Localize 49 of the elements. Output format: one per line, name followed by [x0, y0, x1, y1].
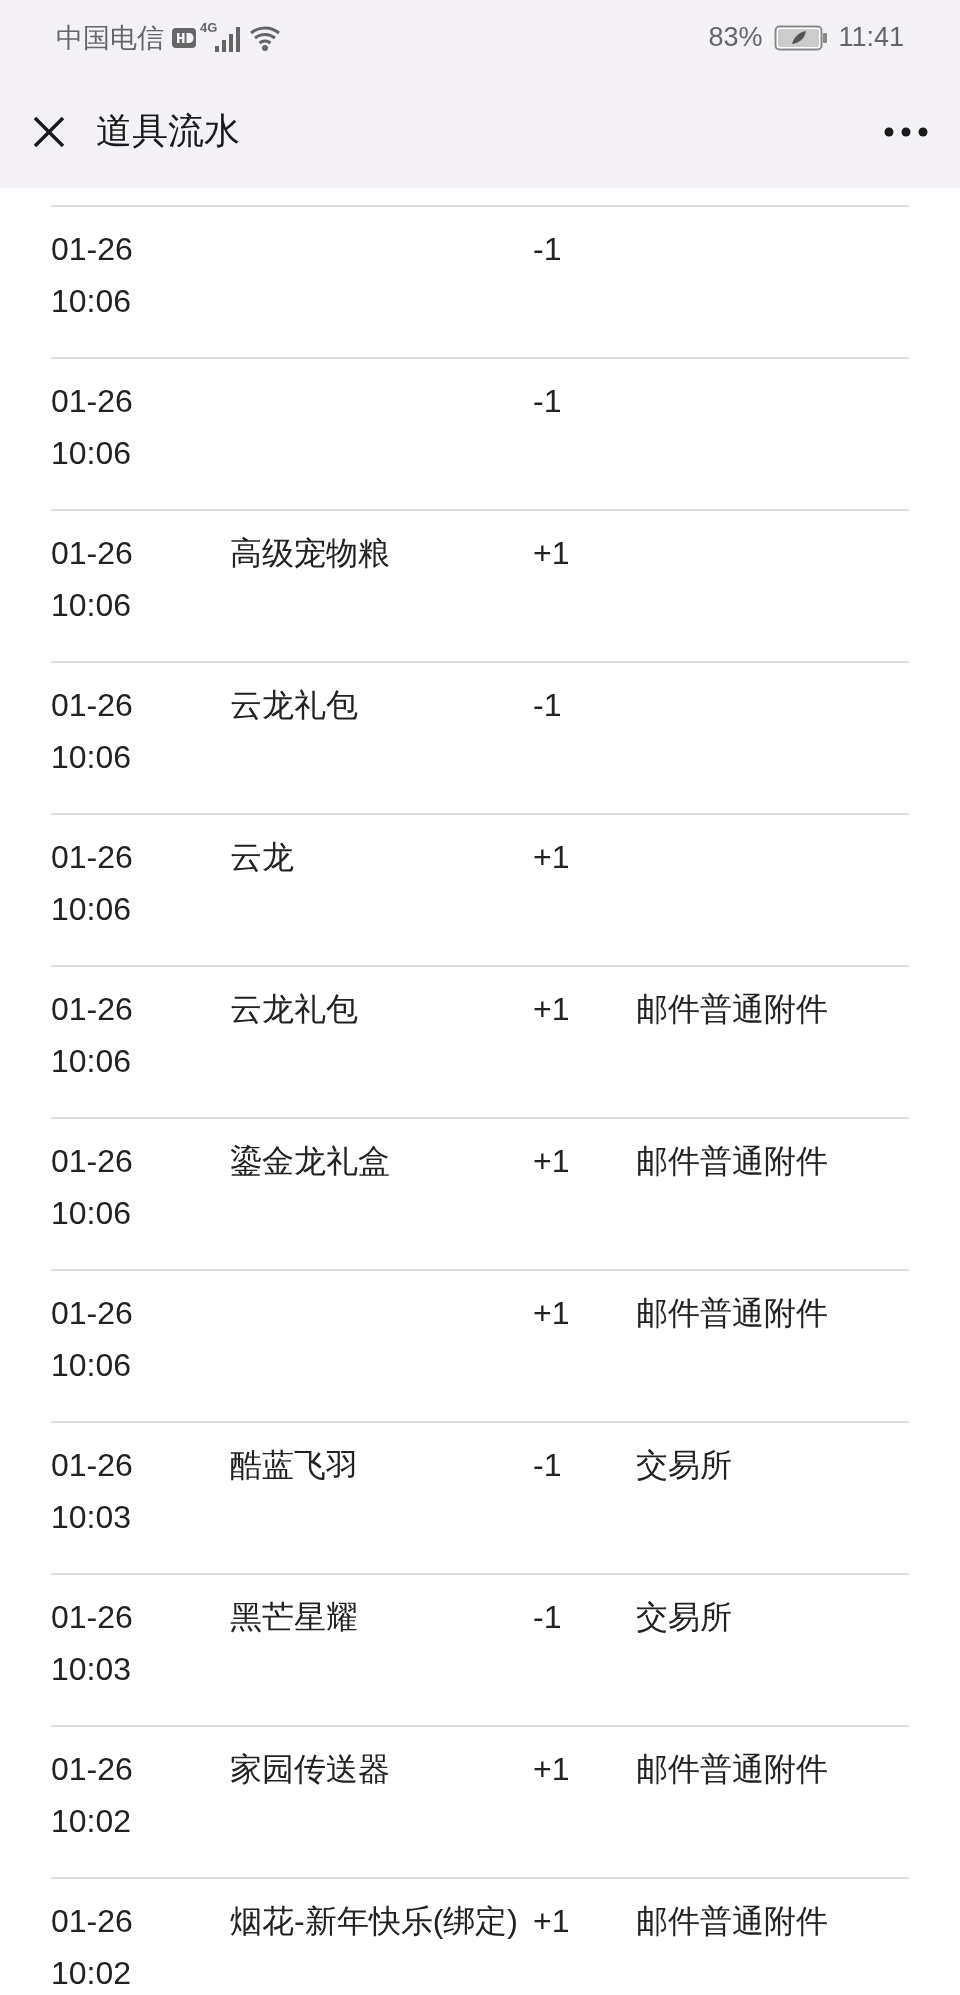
date-time: 01-26 10:02: [51, 1750, 134, 1841]
item-source: 交易所: [636, 1447, 732, 1483]
quantity-change: -1: [533, 687, 562, 723]
item-source: 邮件普通附件: [636, 1903, 828, 1939]
quantity-change: +1: [533, 535, 570, 571]
hd-icon: [172, 27, 196, 48]
battery-percent: 83%: [708, 22, 763, 53]
item-name: 酷蓝飞羽: [230, 1447, 358, 1483]
date-time: 01-26 10:03: [51, 1446, 134, 1537]
battery-icon: [774, 24, 829, 51]
date-time: 01-26 10:06: [51, 382, 134, 473]
date-time: 01-26 10:06: [51, 1142, 134, 1233]
date-time: 01-26 10:06: [51, 230, 134, 321]
network-type: 4G: [200, 20, 218, 35]
page-title: 道具流水: [96, 109, 240, 153]
date-time: 01-26 10:03: [51, 1598, 134, 1689]
date-time: 01-26 10:06: [51, 838, 134, 929]
item-name: 云龙: [230, 839, 294, 875]
item-name: 黑芒星耀: [230, 1599, 358, 1635]
quantity-change: +1: [533, 1143, 570, 1179]
quantity-change: +1: [533, 1295, 570, 1331]
quantity-change: -1: [533, 383, 562, 419]
carrier-name: 中国电信: [56, 21, 164, 55]
quantity-change: +1: [533, 1751, 570, 1787]
item-source: 邮件普通附件: [636, 1751, 828, 1787]
more-icon[interactable]: [884, 126, 928, 137]
item-name: 家园传送器: [230, 1751, 390, 1787]
quantity-change: -1: [533, 1599, 562, 1635]
item-source: 邮件普通附件: [636, 991, 828, 1027]
quantity-change: +1: [533, 839, 570, 875]
close-icon[interactable]: [32, 114, 66, 149]
quantity-change: +1: [533, 1903, 570, 1939]
date-time: 01-26 10:02: [51, 1902, 134, 1993]
date-time: 01-26 10:06: [51, 1294, 134, 1385]
item-source: 邮件普通附件: [636, 1143, 828, 1179]
item-name: 云龙礼包: [230, 687, 358, 723]
clock-time: 11:41: [838, 22, 904, 53]
date-time: 01-26 10:06: [51, 990, 134, 1081]
date-time: 01-26 10:06: [51, 534, 134, 625]
item-source: 交易所: [636, 1599, 732, 1635]
item-name: 云龙礼包: [230, 991, 358, 1027]
quantity-change: -1: [533, 1447, 562, 1483]
item-source: 邮件普通附件: [636, 1295, 828, 1331]
item-name: 烟花-新年快乐(绑定): [230, 1903, 518, 1939]
item-name: 鎏金龙礼盒: [230, 1143, 390, 1179]
quantity-change: +1: [533, 991, 570, 1027]
date-time: 01-26 10:06: [51, 686, 134, 777]
quantity-change: -1: [533, 231, 562, 267]
item-name: 高级宠物粮: [230, 535, 390, 571]
